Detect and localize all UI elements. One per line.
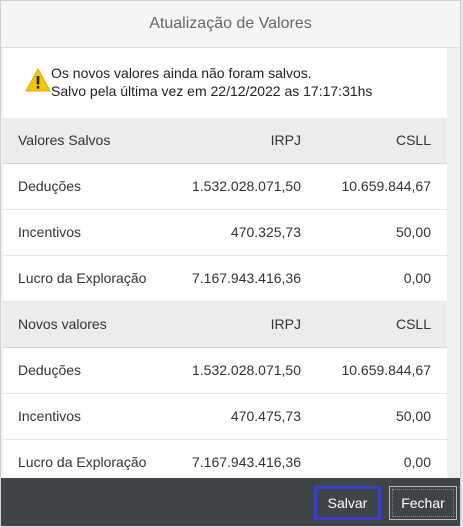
row-irpj-value: 7.167.943.416,36 (192, 270, 301, 286)
new-header-csll: CSLL (395, 316, 431, 332)
new-values-header: Novos valores IRPJ CSLL (3, 302, 447, 348)
row-label: Incentivos (18, 224, 82, 240)
row-label: Deduções (18, 362, 82, 378)
row-csll-value: 0,00 (403, 270, 431, 286)
row-irpj-value: 1.532.028.071,50 (192, 178, 301, 194)
row-csll-value: 0,00 (403, 454, 431, 470)
row-csll-value: 50,00 (395, 408, 431, 424)
table-row: Incentivos 470.475,73 50,00 (3, 394, 447, 440)
row-irpj-value: 7.167.943.416,36 (192, 454, 301, 470)
scrollbar-track[interactable] (447, 48, 460, 478)
dialog-title: Atualização de Valores (1, 1, 460, 48)
table-row: Lucro da Exploração 7.167.943.416,36 0,0… (3, 256, 447, 302)
update-values-dialog: Atualização de Valores Os novos valores … (0, 0, 461, 526)
row-label: Lucro da Exploração (18, 270, 147, 286)
row-csll-value: 10.659.844,67 (341, 178, 431, 194)
row-irpj-value: 470.325,73 (230, 224, 301, 240)
row-csll-value: 10.659.844,67 (341, 362, 431, 378)
warning-line-unsaved: Os novos valores ainda não foram salvos. (51, 65, 312, 81)
warning-message: Os novos valores ainda não foram salvos.… (51, 64, 372, 100)
row-csll-value: 50,00 (395, 224, 431, 240)
new-header-irpj: IRPJ (270, 316, 301, 332)
warning-line-last-saved: Salvo pela última vez em 22/12/2022 as 1… (51, 83, 373, 99)
focus-ring (392, 489, 454, 517)
table-row: Deduções 1.532.028.071,50 10.659.844,67 (3, 164, 447, 210)
warning-icon (25, 68, 51, 92)
row-irpj-value: 1.532.028.071,50 (192, 362, 301, 378)
row-irpj-value: 470.475,73 (230, 408, 301, 424)
table-row: Deduções 1.532.028.071,50 10.659.844,67 (3, 348, 447, 394)
table-row: Incentivos 470.325,73 50,00 (3, 210, 447, 256)
warning-banner: Os novos valores ainda não foram salvos.… (3, 48, 447, 118)
saved-header-csll: CSLL (395, 132, 431, 148)
new-header-label: Novos valores (18, 316, 107, 332)
close-button[interactable]: Fechar (389, 486, 457, 520)
saved-header-label: Valores Salvos (18, 132, 111, 148)
dialog-footer: Salvar Fechar (1, 478, 460, 526)
saved-header-irpj: IRPJ (270, 132, 301, 148)
dialog-content: Os novos valores ainda não foram salvos.… (3, 48, 447, 478)
saved-values-header: Valores Salvos IRPJ CSLL (3, 118, 447, 164)
row-label: Deduções (18, 178, 82, 194)
save-button[interactable]: Salvar (314, 486, 381, 520)
row-label: Incentivos (18, 408, 82, 424)
row-label: Lucro da Exploração (18, 454, 147, 470)
table-row: Lucro da Exploração 7.167.943.416,36 0,0… (3, 440, 447, 478)
